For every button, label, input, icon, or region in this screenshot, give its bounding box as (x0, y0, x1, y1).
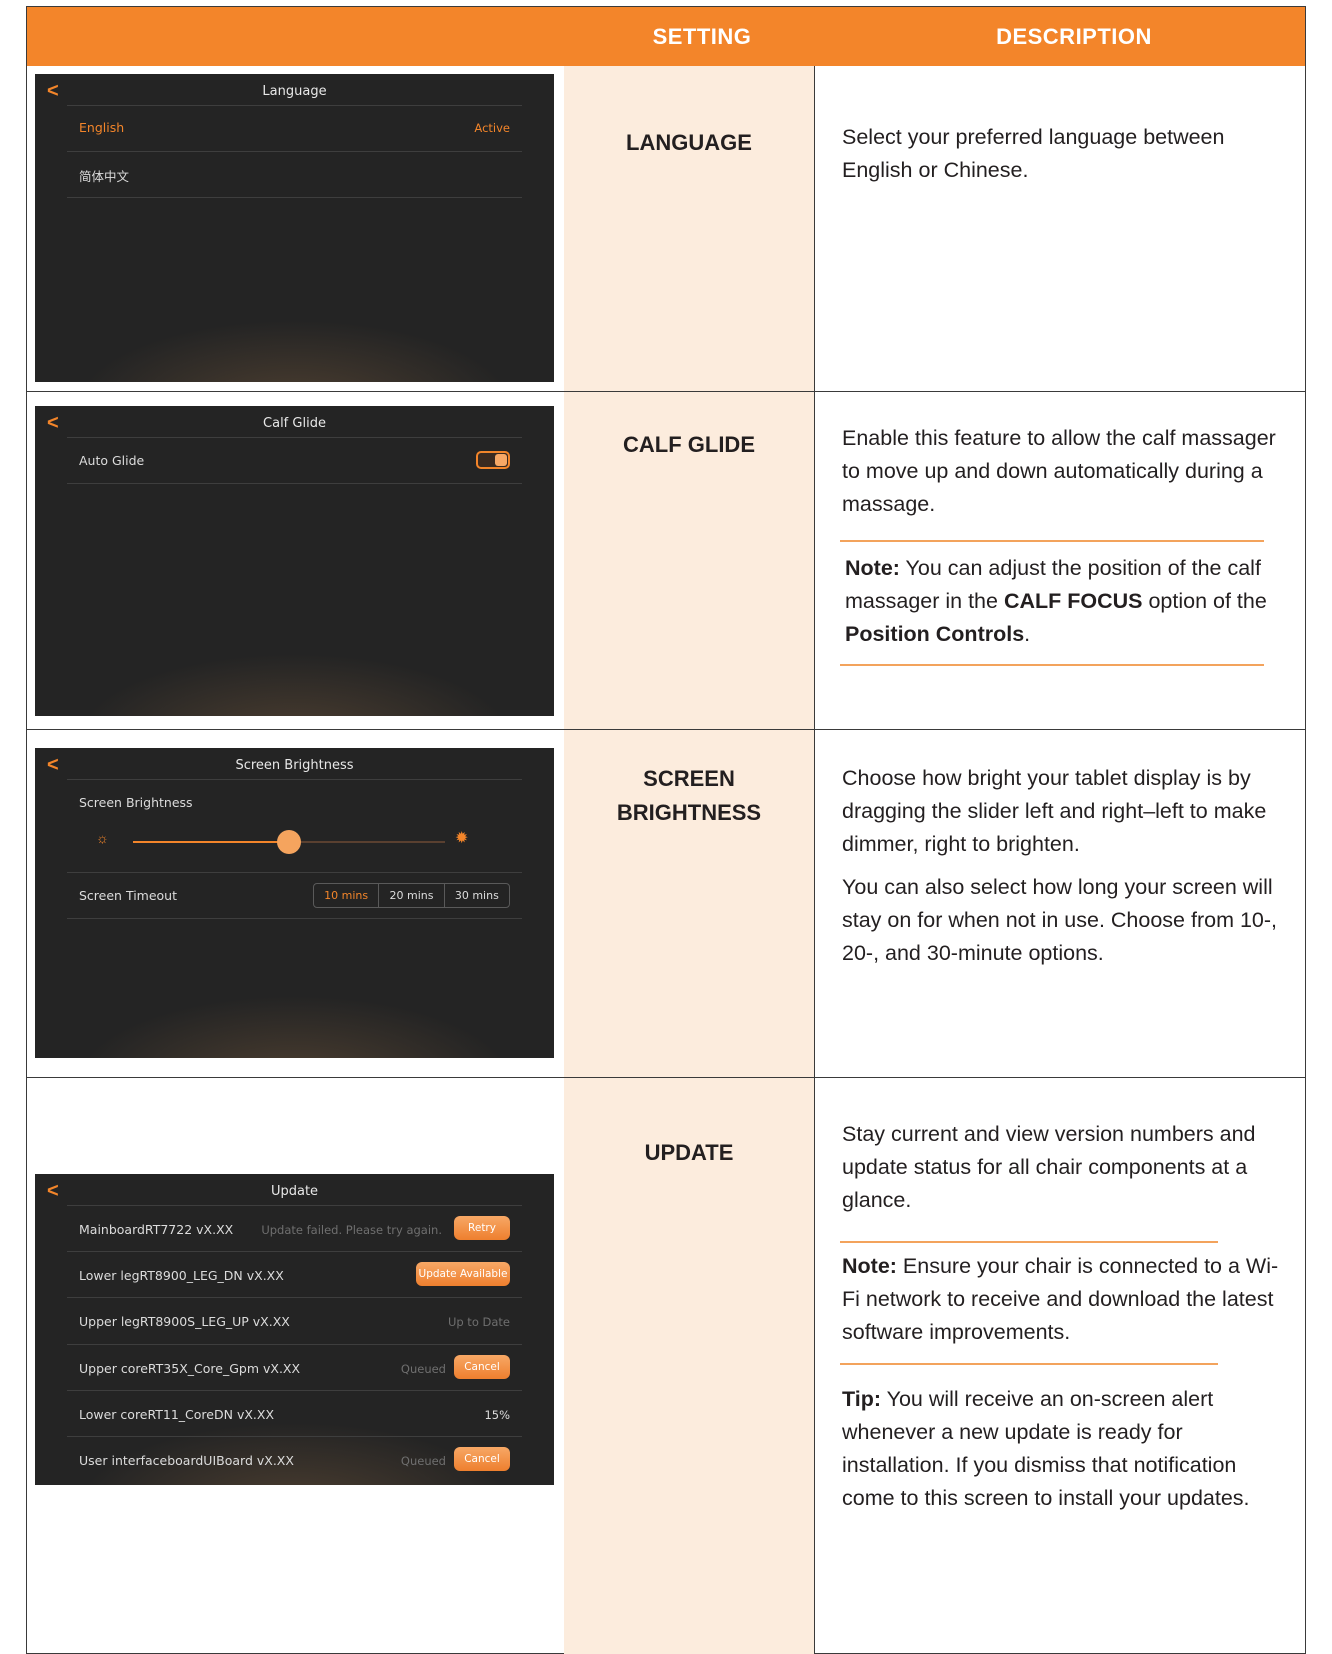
update-status: Queued (400, 1454, 446, 1468)
description-text: Enable this feature to allow the calf ma… (842, 426, 1276, 516)
component-name: Lower coreRT11_CoreDN vX.XX (79, 1407, 275, 1422)
timeout-option-30[interactable]: 30 mins (443, 884, 509, 907)
component-name: Upper coreRT35X_Core_Gpm vX.XX (79, 1361, 301, 1376)
update-status: Up to Date (447, 1315, 510, 1329)
language-option-english[interactable]: English (79, 120, 124, 135)
setting-name: SCREEN BRIGHTNESS (616, 766, 762, 825)
tip-divider (840, 1363, 1218, 1365)
note-divider (840, 1241, 1218, 1243)
note-text: Note: Ensure your chair is connected to … (842, 1254, 1279, 1344)
brightness-label: Screen Brightness (79, 795, 193, 810)
timeout-option-20[interactable]: 20 mins (378, 884, 443, 907)
update-available-button[interactable]: Update Available (416, 1262, 510, 1286)
component-name: Upper legRT8900S_LEG_UP vX.XX (79, 1314, 290, 1329)
language-option-chinese[interactable]: 简体中文 (79, 166, 129, 185)
component-name: Lower legRT8900_LEG_DN vX.XX (79, 1268, 284, 1283)
retry-button[interactable]: Retry (454, 1216, 510, 1240)
screen-title: Update (270, 1184, 319, 1199)
active-status: Active (474, 121, 510, 135)
cancel-button[interactable]: Cancel (454, 1355, 510, 1379)
component-name: MainboardRT7722 vX.XX (79, 1222, 234, 1237)
setting-name: CALF GLIDE (623, 432, 755, 457)
update-status: Update failed. Please try again. (261, 1223, 442, 1237)
screen-title: Calf Glide (263, 416, 326, 431)
note-text: Note: You can adjust the position of the… (845, 556, 1267, 646)
row-screen-brightness: < Screen Brightness Screen Brightness ☼ … (27, 729, 1305, 1077)
update-progress: 15% (484, 1408, 510, 1422)
timeout-segmented-control: 10 mins 20 mins 30 mins (313, 883, 510, 908)
screen-brightness-screen: < Screen Brightness Screen Brightness ☼ … (35, 748, 554, 1058)
setting-name: UPDATE (644, 1140, 734, 1165)
dim-sun-icon: ☼ (96, 830, 109, 846)
bright-sun-icon: ✹ (455, 830, 469, 847)
row-update: < Update MainboardRT7722 vX.XX Update fa… (27, 1077, 1305, 1654)
settings-table: SETTING DESCRIPTION < Language English A… (26, 6, 1306, 1654)
row-language: < Language English Active 简体中文 LANGUAGE … (27, 66, 1305, 391)
screen-title: Language (262, 84, 327, 99)
description-text: Select your preferred language between E… (842, 125, 1225, 182)
screen-title: Screen Brightness (235, 758, 354, 773)
tip-text: Tip: You will receive an on-screen alert… (842, 1387, 1250, 1510)
timeout-option-10[interactable]: 10 mins (314, 884, 378, 907)
header-setting: SETTING (652, 24, 752, 49)
calf-glide-screen: < Calf Glide Auto Glide (35, 406, 554, 716)
auto-glide-toggle[interactable] (476, 451, 510, 469)
screen-timeout-label: Screen Timeout (79, 888, 178, 903)
component-name: User interfaceboardUIBoard vX.XX (79, 1453, 294, 1468)
language-screen: < Language English Active 简体中文 (35, 74, 554, 382)
cancel-button[interactable]: Cancel (454, 1447, 510, 1471)
update-status: Queued (400, 1362, 446, 1376)
description-text: Stay current and view version numbers an… (842, 1122, 1256, 1212)
note-divider (840, 664, 1264, 666)
table-header: SETTING DESCRIPTION (27, 7, 1305, 66)
header-description: DESCRIPTION (996, 24, 1152, 49)
note-divider (840, 540, 1264, 542)
slider-fill (133, 841, 289, 843)
slider-handle[interactable] (277, 830, 301, 854)
description-text: Choose how bright your tablet display is… (842, 766, 1278, 965)
brightness-slider[interactable] (133, 830, 445, 854)
setting-name: LANGUAGE (626, 130, 752, 155)
row-calf-glide: < Calf Glide Auto Glide CALF GLIDE Enabl… (27, 391, 1305, 729)
auto-glide-label: Auto Glide (79, 453, 145, 468)
update-screen: < Update MainboardRT7722 vX.XX Update fa… (35, 1174, 554, 1485)
